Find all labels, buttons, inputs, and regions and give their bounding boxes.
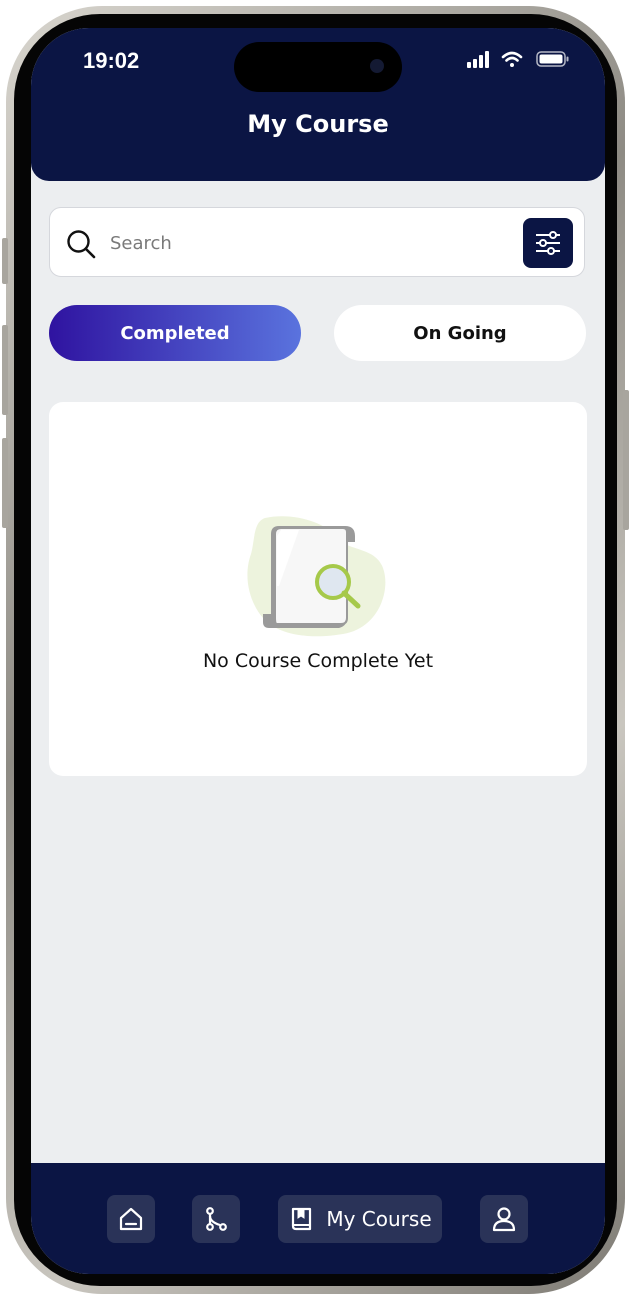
camera-dot bbox=[370, 59, 384, 73]
signal-icon bbox=[467, 51, 489, 68]
battery-icon bbox=[536, 51, 569, 67]
empty-state-card: No Course Complete Yet bbox=[49, 402, 587, 776]
phone-frame: 19:02 My Course Search Completed On Goin… bbox=[0, 0, 631, 1300]
side-button bbox=[623, 390, 629, 530]
tab-on-going-label: On Going bbox=[413, 322, 507, 344]
bottom-nav: My Course bbox=[31, 1163, 605, 1274]
dynamic-island bbox=[234, 42, 402, 92]
search-input[interactable] bbox=[108, 227, 502, 259]
book-icon bbox=[292, 1207, 312, 1231]
nav-my-course-label: My Course bbox=[326, 1207, 432, 1231]
search-bar bbox=[49, 207, 585, 277]
app-header: 19:02 My Course bbox=[31, 28, 605, 181]
empty-state-message: No Course Complete Yet bbox=[202, 650, 434, 672]
page-title: My Course bbox=[247, 110, 389, 138]
tab-completed[interactable]: Completed bbox=[49, 305, 301, 361]
nav-profile-button[interactable] bbox=[480, 1195, 528, 1243]
document-search-illustration bbox=[247, 516, 386, 637]
wifi-icon bbox=[501, 51, 523, 67]
side-button bbox=[2, 325, 8, 415]
app-screen: 19:02 My Course Search Completed On Goin… bbox=[31, 28, 605, 1274]
status-time: 19:02 bbox=[83, 48, 140, 73]
side-button bbox=[2, 438, 8, 528]
path-icon bbox=[206, 1207, 227, 1231]
search-icon bbox=[67, 230, 96, 259]
side-button bbox=[2, 238, 8, 284]
home-icon bbox=[119, 1207, 143, 1231]
nav-my-course-button[interactable]: My Course bbox=[278, 1195, 442, 1243]
filter-button[interactable] bbox=[523, 218, 573, 268]
nav-path-button[interactable] bbox=[192, 1195, 240, 1243]
profile-icon bbox=[492, 1207, 516, 1232]
sliders-icon bbox=[536, 231, 560, 255]
nav-home-button[interactable] bbox=[107, 1195, 155, 1243]
tab-completed-label: Completed bbox=[120, 322, 230, 344]
status-icons bbox=[467, 51, 569, 68]
tab-on-going[interactable]: On Going bbox=[334, 305, 586, 361]
